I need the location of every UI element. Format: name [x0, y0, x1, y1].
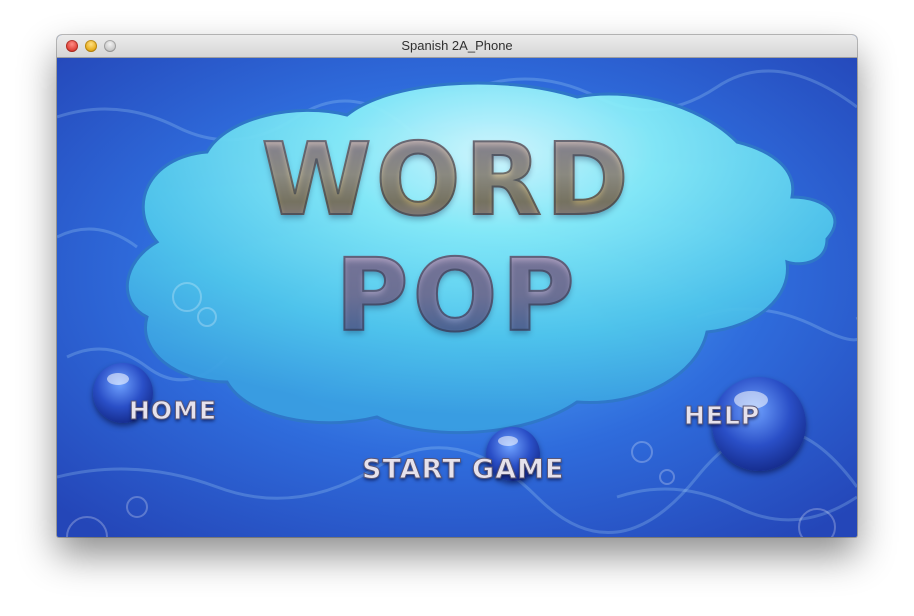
logo-word-title: WORD [227, 124, 667, 236]
help-button[interactable]: HELP [683, 401, 760, 431]
title-bar: Spanish 2A_Phone [57, 35, 857, 58]
game-scene: WORD POP HOME HELP START GAME [57, 57, 857, 537]
app-window: Spanish 2A_Phone WORD POP HOME HELP STAR… [57, 35, 857, 537]
home-button[interactable]: HOME [128, 396, 217, 426]
start-game-button[interactable]: START GAME [361, 454, 564, 486]
logo-pop-title: POP [307, 240, 607, 352]
window-title: Spanish 2A_Phone [401, 38, 513, 53]
